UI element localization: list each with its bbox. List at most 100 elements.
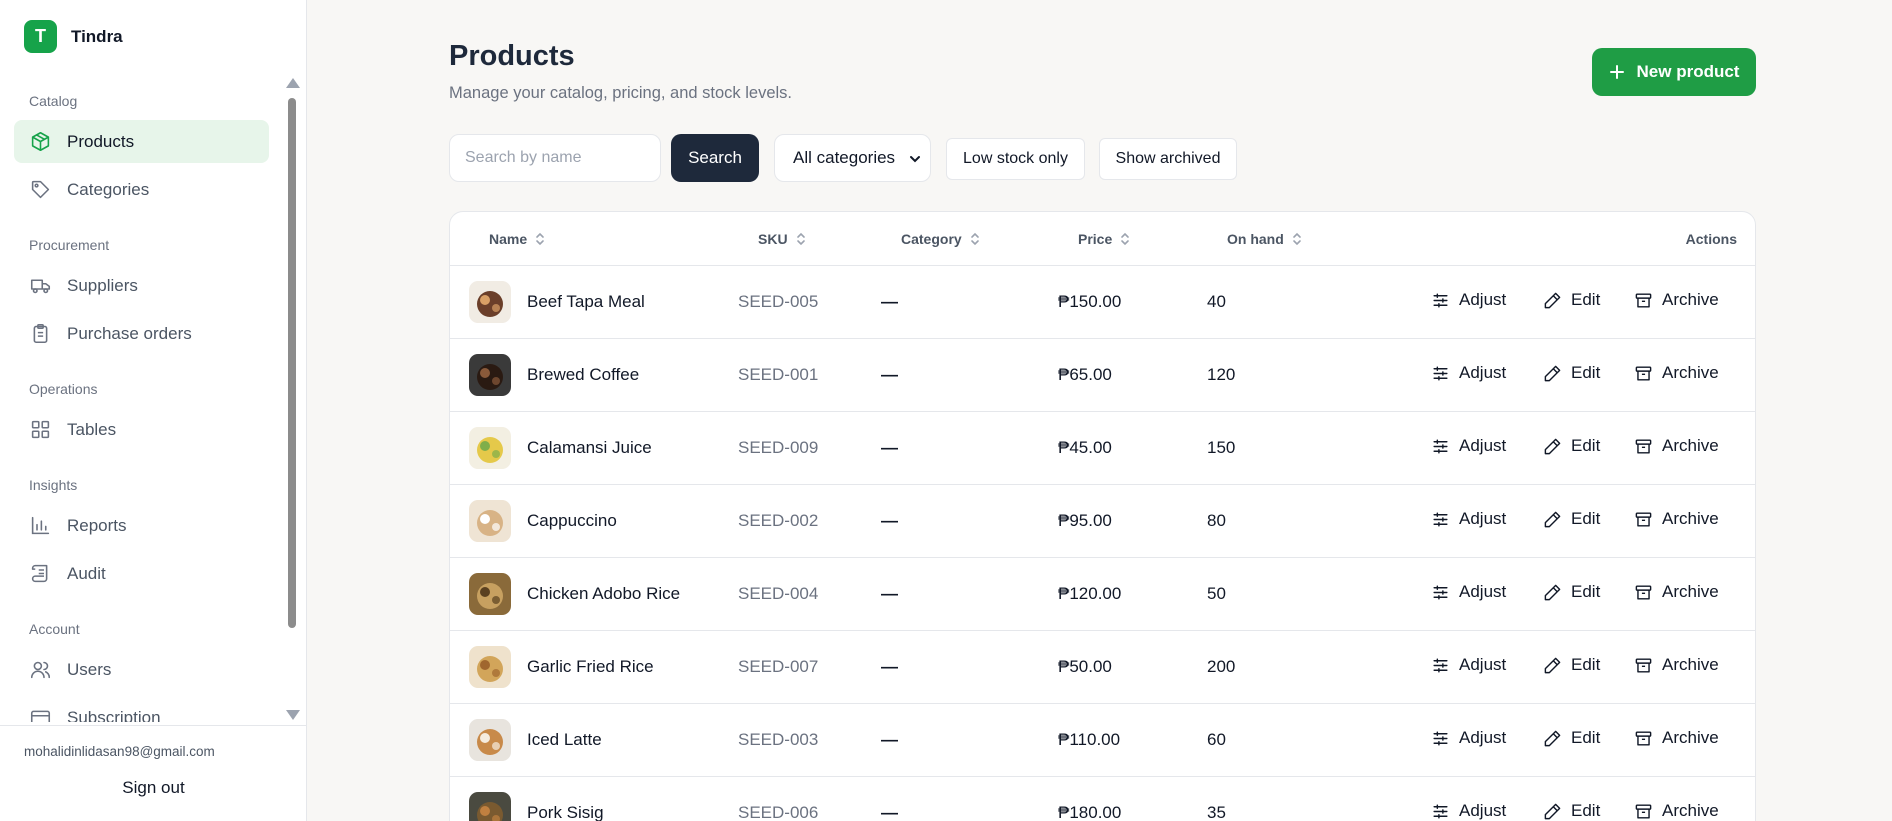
low-stock-filter-button[interactable]: Low stock only [946, 138, 1085, 180]
table-row: Pork Sisig SEED-006 — ₱180.00 35 Adjust Edit Ar… [450, 777, 1755, 821]
chevron-down-icon [910, 156, 920, 163]
adjust-button[interactable]: Adjust [1431, 655, 1506, 675]
column-header-sku[interactable]: SKU [758, 231, 806, 247]
sidebar-item-subscription[interactable]: Subscription [14, 696, 269, 722]
pencil-icon [1544, 730, 1561, 746]
category-select[interactable]: All categories [774, 134, 931, 182]
brand[interactable]: T Tindra [24, 20, 123, 53]
nav-section-title: Insights [29, 477, 78, 493]
bar-chart-icon [31, 516, 50, 535]
edit-button[interactable]: Edit [1543, 290, 1600, 310]
sidebar-item-users[interactable]: Users [14, 648, 269, 691]
archive-button[interactable]: Archive [1634, 728, 1719, 748]
pencil-icon [1544, 365, 1561, 381]
pencil-icon [1544, 511, 1561, 527]
grid-icon [31, 420, 50, 439]
product-on-hand: 200 [1207, 657, 1236, 676]
sidebar-nav: Catalog Products Categories Procurement … [0, 80, 284, 722]
archive-button[interactable]: Archive [1634, 655, 1719, 675]
sidebar-item-purchase-orders[interactable]: Purchase orders [14, 312, 269, 355]
sidebar-item-products[interactable]: Products [14, 120, 269, 163]
sidebar-item-label: Suppliers [67, 275, 138, 295]
pencil-icon [1544, 584, 1561, 600]
table-row: Garlic Fried Rice SEED-007 — ₱50.00 200 Adjus… [450, 631, 1755, 704]
edit-button[interactable]: Edit [1543, 582, 1600, 602]
adjust-button[interactable]: Adjust [1431, 509, 1506, 529]
product-price: ₱65.00 [1058, 365, 1112, 384]
column-label: SKU [758, 231, 788, 247]
products-table: Name SKU Category Price On hand Actions … [449, 211, 1756, 821]
nav-section-title: Catalog [29, 93, 78, 109]
column-header-on-hand[interactable]: On hand [1227, 231, 1302, 247]
sidebar-item-suppliers[interactable]: Suppliers [14, 264, 269, 307]
archive-button[interactable]: Archive [1634, 509, 1719, 529]
archive-button[interactable]: Archive [1634, 801, 1719, 821]
edit-button[interactable]: Edit [1543, 801, 1600, 821]
adjust-button[interactable]: Adjust [1431, 363, 1506, 383]
column-label: On hand [1227, 231, 1284, 247]
search-input[interactable] [449, 134, 661, 182]
sidebar-item-tables[interactable]: Tables [14, 408, 269, 451]
sidebar: T Tindra Catalog Products Categories Pro… [0, 0, 307, 821]
product-category: — [881, 584, 898, 603]
edit-button[interactable]: Edit [1543, 728, 1600, 748]
new-product-button[interactable]: New product [1592, 48, 1756, 96]
adjust-button[interactable]: Adjust [1431, 728, 1506, 748]
sidebar-item-categories[interactable]: Categories [14, 168, 269, 211]
action-label: Edit [1571, 655, 1601, 674]
product-on-hand: 40 [1207, 292, 1226, 311]
column-header-name[interactable]: Name [489, 231, 545, 247]
nav-section-title: Account [29, 621, 80, 637]
adjust-button[interactable]: Adjust [1431, 436, 1506, 456]
product-name: Beef Tapa Meal [527, 292, 645, 311]
scroll-up-arrow-icon[interactable] [286, 78, 300, 88]
archive-button[interactable]: Archive [1634, 436, 1719, 456]
archive-button[interactable]: Archive [1634, 290, 1719, 310]
column-header-price[interactable]: Price [1078, 231, 1130, 247]
sidebar-item-reports[interactable]: Reports [14, 504, 269, 547]
sidebar-item-audit[interactable]: Audit [14, 552, 269, 595]
product-on-hand: 60 [1207, 730, 1226, 749]
search-button[interactable]: Search [671, 134, 759, 182]
sidebar-scrollbar[interactable] [284, 76, 300, 722]
sidebar-item-label: Categories [67, 179, 150, 199]
edit-button[interactable]: Edit [1543, 436, 1600, 456]
adjust-button[interactable]: Adjust [1431, 801, 1506, 821]
product-thumbnail [469, 719, 511, 761]
product-category: — [881, 803, 898, 821]
column-header-category[interactable]: Category [901, 231, 980, 247]
action-label: Archive [1662, 582, 1719, 601]
sign-out-button[interactable]: Sign out [0, 778, 307, 798]
pencil-icon [1544, 438, 1561, 454]
product-name: Cappuccino [527, 511, 617, 530]
scroll-down-arrow-icon[interactable] [286, 710, 300, 720]
product-category: — [881, 438, 898, 457]
table-row: Iced Latte SEED-003 — ₱110.00 60 Adjust Edit Ar… [450, 704, 1755, 777]
action-label: Archive [1662, 801, 1719, 820]
adjust-button[interactable]: Adjust [1431, 582, 1506, 602]
edit-button[interactable]: Edit [1543, 509, 1600, 529]
product-category: — [881, 365, 898, 384]
pencil-icon [1544, 657, 1561, 673]
table-row: Cappuccino SEED-002 — ₱95.00 80 Adjust Edit Arc… [450, 485, 1755, 558]
nav-section-title: Operations [29, 381, 98, 397]
product-thumbnail [469, 427, 511, 469]
product-category: — [881, 657, 898, 676]
clipboard-icon [33, 323, 48, 344]
archive-button[interactable]: Archive [1634, 582, 1719, 602]
product-on-hand: 80 [1207, 511, 1226, 530]
action-label: Archive [1662, 728, 1719, 747]
product-thumbnail [469, 646, 511, 688]
column-label: Name [489, 231, 528, 247]
adjust-button[interactable]: Adjust [1431, 290, 1506, 310]
show-archived-button[interactable]: Show archived [1099, 138, 1237, 180]
edit-button[interactable]: Edit [1543, 363, 1600, 383]
archive-icon [1635, 511, 1652, 527]
scrollbar-thumb[interactable] [288, 98, 296, 628]
sliders-icon [1433, 292, 1448, 308]
product-on-hand: 150 [1207, 438, 1236, 457]
action-label: Adjust [1459, 728, 1507, 747]
archive-icon [1635, 803, 1652, 819]
archive-button[interactable]: Archive [1634, 363, 1719, 383]
edit-button[interactable]: Edit [1543, 655, 1600, 675]
